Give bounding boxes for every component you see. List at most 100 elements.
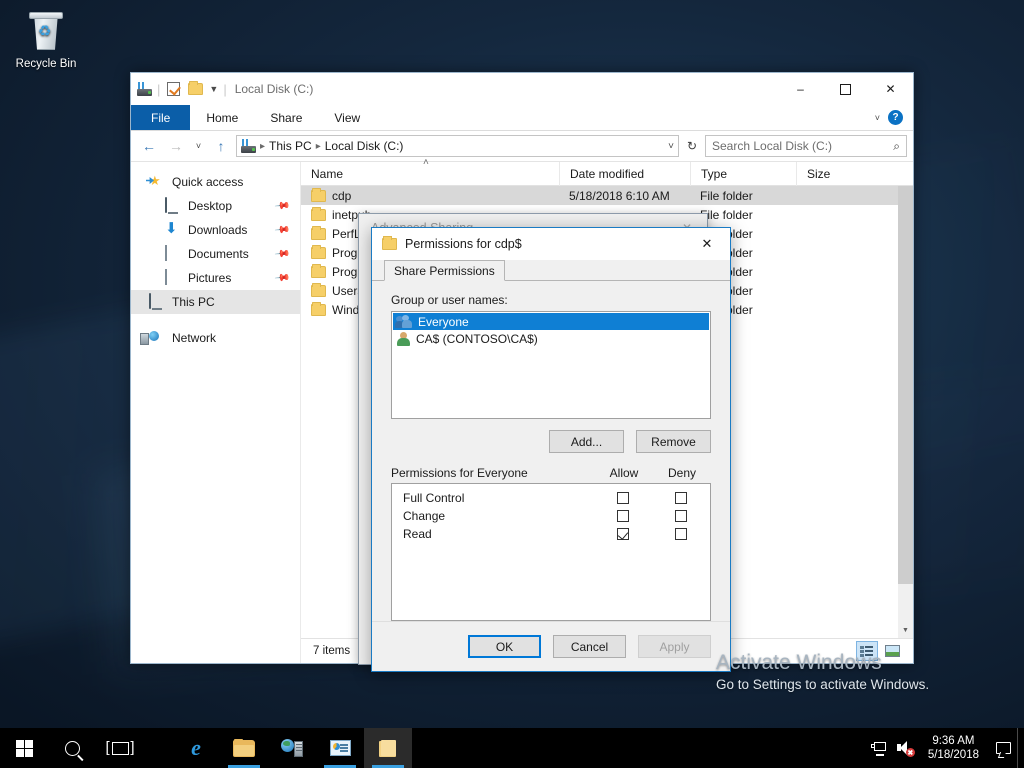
ok-button[interactable]: OK: [468, 635, 541, 658]
address-bar[interactable]: ← → ˅ ↑ ▸ This PC ▸ Local Disk (C:) ˅ ↻ …: [131, 131, 913, 161]
pin-icon[interactable]: 📌: [273, 198, 290, 214]
permissions-close-button[interactable]: ✕: [686, 228, 728, 260]
network-icon: [871, 741, 887, 756]
app-taskbar-button[interactable]: [316, 728, 364, 768]
navigation-pane[interactable]: ★ Quick access Desktop 📌 ⬇ Downloads 📌 D…: [131, 162, 301, 663]
close-icon: ✕: [885, 82, 896, 96]
close-button[interactable]: ✕: [868, 73, 913, 105]
permission-row-change[interactable]: Change: [392, 507, 710, 525]
file-explorer-taskbar-button[interactable]: [220, 728, 268, 768]
back-button[interactable]: ←: [137, 134, 161, 158]
change-deny-checkbox[interactable]: [675, 510, 687, 522]
active-explorer-taskbar-button[interactable]: [364, 728, 412, 768]
server-manager-taskbar-button[interactable]: [268, 728, 316, 768]
start-button[interactable]: [0, 728, 48, 768]
system-tray[interactable]: ✖ 9:36 AM 5/18/2018: [866, 728, 1024, 768]
activate-windows-watermark: Activate Windows Go to Settings to activ…: [716, 651, 1006, 692]
file-list-header[interactable]: Name ˄ Date modified Type Size: [301, 157, 913, 186]
search-input[interactable]: Search Local Disk (C:) ⌕: [705, 135, 907, 157]
tab-file[interactable]: File: [131, 105, 191, 130]
principals-listbox[interactable]: Everyone CA$ (CONTOSO\CA$): [391, 311, 711, 419]
search-button[interactable]: [48, 728, 96, 768]
ribbon-tab-strip[interactable]: File Home Share View ˅ ?: [131, 105, 913, 131]
forward-button[interactable]: →: [164, 134, 188, 158]
sidebar-item-label: Quick access: [172, 175, 244, 189]
permission-row-full-control[interactable]: Full Control: [392, 489, 710, 507]
tab-share[interactable]: Share: [254, 105, 318, 130]
quick-access-toolbar[interactable]: | ▼ |: [137, 81, 227, 98]
volume-tray-button[interactable]: ✖: [892, 728, 918, 768]
add-button[interactable]: Add...: [549, 430, 624, 453]
breadcrumb-local-disk[interactable]: Local Disk (C:): [325, 139, 404, 153]
refresh-button[interactable]: ↻: [682, 135, 702, 157]
network-icon: [149, 330, 165, 346]
column-header-date-modified[interactable]: Date modified: [559, 161, 690, 186]
taskbar[interactable]: e ✖ 9:36 AM 5/18/2018: [0, 728, 1024, 768]
explorer-title-bar[interactable]: | ▼ | Local Disk (C:) – ✕: [131, 73, 913, 105]
minimize-icon: –: [797, 82, 804, 96]
action-center-button[interactable]: [989, 728, 1017, 768]
recent-locations-button[interactable]: ˅: [191, 134, 206, 158]
change-allow-checkbox[interactable]: [617, 510, 629, 522]
column-header-name[interactable]: Name ˄: [301, 157, 559, 186]
chevron-down-icon[interactable]: ▼: [209, 84, 218, 94]
permissions-tab-strip[interactable]: Share Permissions: [372, 260, 730, 281]
permission-row-read[interactable]: Read: [392, 525, 710, 543]
scrollbar-thumb[interactable]: [898, 186, 913, 584]
cancel-button[interactable]: Cancel: [553, 635, 626, 658]
minimize-button[interactable]: –: [778, 73, 823, 105]
sidebar-item-quick-access[interactable]: ★ Quick access: [131, 170, 300, 194]
sidebar-item-desktop[interactable]: Desktop 📌: [131, 194, 300, 218]
remove-button[interactable]: Remove: [636, 430, 711, 453]
pin-icon[interactable]: 📌: [273, 222, 290, 238]
help-icon[interactable]: ?: [888, 110, 903, 125]
sidebar-item-this-pc[interactable]: This PC: [131, 290, 300, 314]
search-icon: ⌕: [893, 138, 900, 153]
file-list-scrollbar[interactable]: ▲ ▼: [898, 186, 913, 638]
sidebar-item-pictures[interactable]: Pictures 📌: [131, 266, 300, 290]
folder-icon: [311, 244, 326, 259]
show-desktop-button[interactable]: [1017, 728, 1024, 768]
read-allow-checkbox[interactable]: [617, 528, 629, 540]
desktop-icon-recycle-bin[interactable]: ♻ Recycle Bin: [8, 8, 84, 70]
clock[interactable]: 9:36 AM 5/18/2018: [918, 734, 989, 763]
sidebar-item-documents[interactable]: Documents 📌: [131, 242, 300, 266]
breadcrumb-bar[interactable]: ▸ This PC ▸ Local Disk (C:) ˅: [236, 135, 679, 157]
full-control-deny-checkbox[interactable]: [675, 492, 687, 504]
expand-ribbon-icon[interactable]: ˅: [875, 113, 880, 123]
table-row[interactable]: cdp 5/18/2018 6:10 AM File folder: [301, 186, 913, 205]
permissions-title-bar[interactable]: Permissions for cdp$ ✕: [372, 228, 730, 260]
up-button[interactable]: ↑: [209, 134, 233, 158]
sidebar-item-network[interactable]: Network: [131, 326, 300, 350]
breadcrumb-dropdown-button[interactable]: ˅: [668, 141, 674, 152]
list-item-ca-computer[interactable]: CA$ (CONTOSO\CA$): [393, 330, 709, 347]
column-header-type[interactable]: Type: [690, 161, 796, 186]
window-controls[interactable]: – ✕: [778, 73, 913, 105]
new-folder-button[interactable]: [187, 81, 204, 98]
column-header-size[interactable]: Size: [796, 161, 896, 186]
internet-explorer-taskbar-button[interactable]: e: [172, 728, 220, 768]
tab-view[interactable]: View: [318, 105, 376, 130]
search-placeholder: Search Local Disk (C:): [712, 139, 833, 153]
pin-icon[interactable]: 📌: [273, 246, 290, 262]
downloads-icon: ⬇: [165, 220, 178, 237]
sidebar-item-downloads[interactable]: ⬇ Downloads 📌: [131, 218, 300, 242]
task-view-button[interactable]: [96, 728, 144, 768]
file-type: File folder: [700, 188, 753, 203]
clock-time: 9:36 AM: [932, 734, 975, 747]
permissions-listbox[interactable]: Full Control Change Read: [391, 483, 711, 621]
tab-share-permissions[interactable]: Share Permissions: [384, 260, 505, 281]
network-tray-button[interactable]: [866, 728, 892, 768]
maximize-button[interactable]: [823, 73, 868, 105]
full-control-allow-checkbox[interactable]: [617, 492, 629, 504]
permissions-dialog[interactable]: Permissions for cdp$ ✕ Share Permissions…: [371, 227, 731, 672]
read-deny-checkbox[interactable]: [675, 528, 687, 540]
breadcrumb-this-pc[interactable]: This PC: [269, 139, 312, 153]
list-item-everyone[interactable]: Everyone: [393, 313, 709, 330]
pin-icon[interactable]: 📌: [273, 270, 290, 286]
principal-name: Everyone: [418, 314, 469, 329]
scroll-down-arrow[interactable]: ▼: [898, 623, 913, 638]
properties-button[interactable]: [165, 81, 182, 98]
ribbon-right-controls[interactable]: ˅ ?: [875, 105, 913, 130]
tab-home[interactable]: Home: [190, 105, 254, 130]
